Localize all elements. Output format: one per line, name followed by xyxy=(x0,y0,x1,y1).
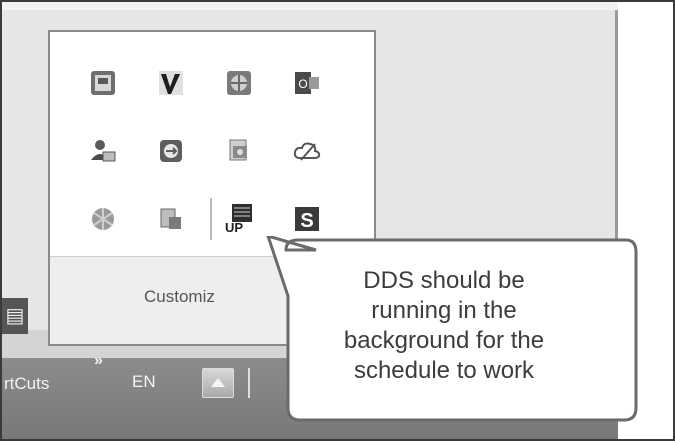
teamviewer-icon[interactable] xyxy=(156,136,186,166)
screenshot-frame: ▤ rtCuts » EN O UP S Customiz DDS should… xyxy=(0,0,675,441)
outlook-icon[interactable]: O xyxy=(292,68,322,98)
svg-text:O: O xyxy=(298,77,307,91)
callout-line-4: schedule to work xyxy=(353,357,535,384)
tray-divider xyxy=(210,198,212,240)
svg-text:S: S xyxy=(300,210,313,232)
callout-line-1: DDS should be xyxy=(363,267,525,294)
shortcuts-toolbar-label[interactable]: rtCuts xyxy=(4,374,49,394)
cloud-sync-icon[interactable] xyxy=(292,136,322,166)
language-indicator[interactable]: EN xyxy=(132,372,156,392)
disk-utility-icon[interactable] xyxy=(156,204,186,234)
show-hidden-icons-button[interactable] xyxy=(202,368,234,398)
toolbar-overflow-chevron-icon[interactable]: » xyxy=(94,352,103,370)
callout-line-3: background for the xyxy=(343,327,545,354)
svg-text:UP: UP xyxy=(225,220,243,235)
customize-link[interactable]: Customiz xyxy=(144,287,215,307)
user-monitor-icon[interactable] xyxy=(88,136,118,166)
shield-icon[interactable] xyxy=(88,204,118,234)
window-top-edge xyxy=(2,2,618,10)
dds-up-icon[interactable]: UP xyxy=(222,202,256,236)
globe-window-icon[interactable] xyxy=(224,68,254,98)
printer-app-icon[interactable] xyxy=(224,136,254,166)
v-app-icon[interactable] xyxy=(156,68,186,98)
callout-line-2: running in the xyxy=(371,297,517,324)
taskbar-app-icon[interactable]: ▤ xyxy=(2,298,28,334)
callout-text: DDS should be running in the background … xyxy=(294,266,594,386)
photo-viewer-icon[interactable] xyxy=(88,68,118,98)
tray-separator xyxy=(248,368,250,398)
s-app-icon[interactable]: S xyxy=(292,204,322,234)
